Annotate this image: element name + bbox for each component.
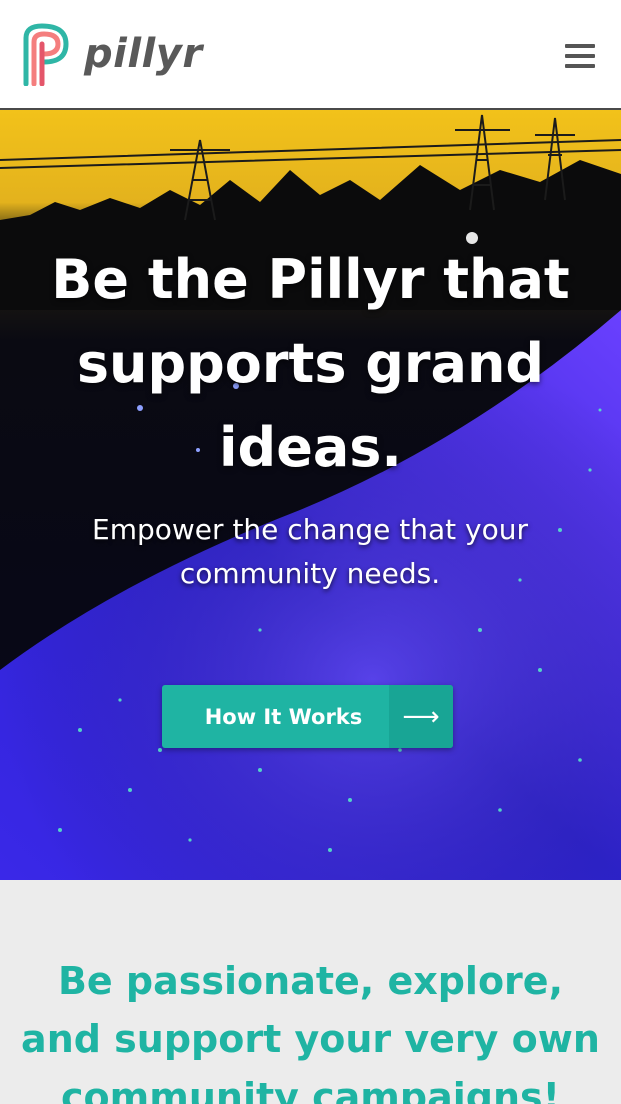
pillyr-logo-icon	[23, 23, 69, 86]
hero-subtitle: Empower the change that your community n…	[92, 513, 528, 590]
how-it-works-label: How It Works	[204, 704, 363, 729]
intro-heading: Be passionate, explore, and support your…	[21, 959, 600, 1104]
hamburger-menu-icon[interactable]	[565, 44, 595, 68]
arrow-right-icon: ⟶	[389, 685, 453, 748]
hero-background-image	[0, 110, 621, 880]
logo-text: pillyr	[84, 31, 203, 77]
how-it-works-button[interactable]: How It Works ⟶	[162, 685, 453, 748]
hero-banner: Be the Pillyr that supports grand ideas.…	[0, 110, 621, 880]
page: pillyr Be the Pillyr that supports grand…	[0, 0, 621, 1104]
site-header: pillyr	[0, 0, 621, 110]
hero-title: Be the Pillyr that supports grand ideas.	[51, 248, 570, 479]
intro-section: Be passionate, explore, and support your…	[0, 880, 621, 1104]
logo[interactable]: pillyr	[22, 22, 203, 86]
